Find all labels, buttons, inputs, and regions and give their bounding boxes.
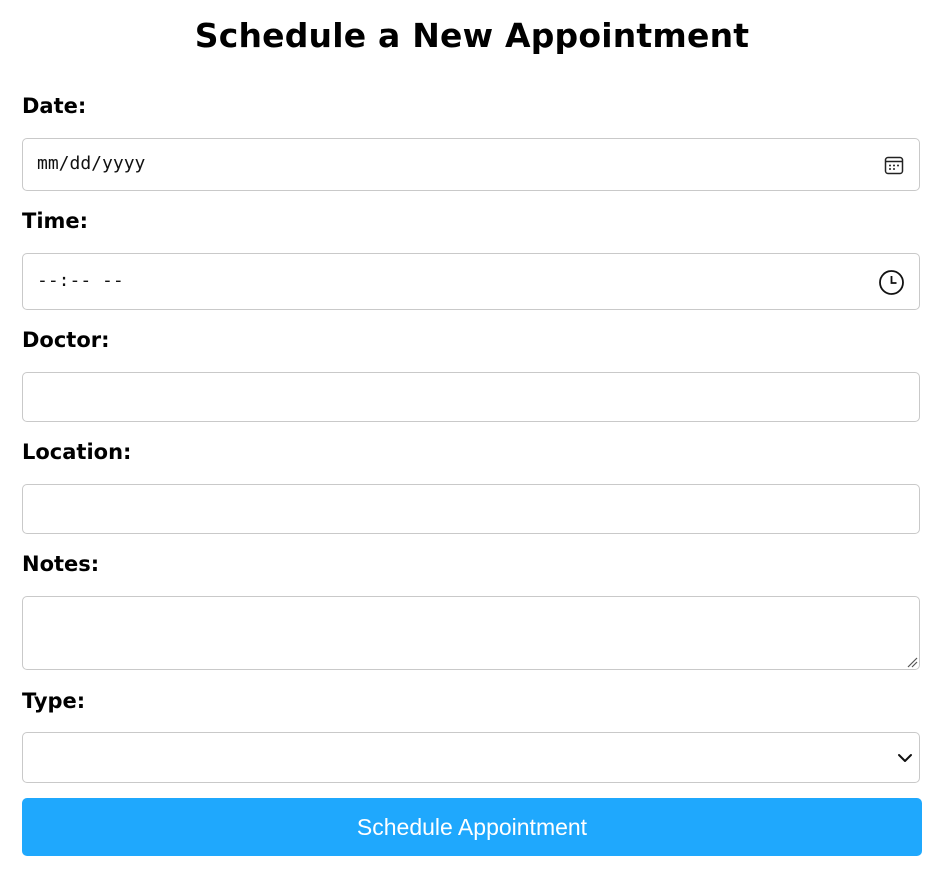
date-label: Date:	[22, 94, 87, 118]
date-placeholder: mm/dd/yyyy	[37, 153, 146, 174]
location-label: Location:	[22, 440, 132, 464]
chevron-down-icon[interactable]	[897, 751, 913, 765]
time-placeholder: --:-- --	[37, 270, 124, 291]
time-input[interactable]: --:-- --	[22, 253, 920, 310]
notes-label: Notes:	[22, 552, 100, 576]
doctor-input[interactable]	[22, 372, 920, 422]
schedule-appointment-button[interactable]: Schedule Appointment	[22, 798, 922, 856]
time-label: Time:	[22, 209, 89, 233]
resize-handle-icon[interactable]	[906, 656, 918, 668]
calendar-icon[interactable]	[883, 154, 905, 176]
type-label: Type:	[22, 689, 86, 713]
page-title: Schedule a New Appointment	[194, 16, 750, 55]
clock-icon[interactable]	[878, 269, 905, 296]
type-select[interactable]	[22, 732, 920, 783]
location-input[interactable]	[22, 484, 920, 534]
doctor-label: Doctor:	[22, 328, 110, 352]
date-input[interactable]: mm/dd/yyyy	[22, 138, 920, 191]
notes-textarea[interactable]	[22, 596, 920, 670]
